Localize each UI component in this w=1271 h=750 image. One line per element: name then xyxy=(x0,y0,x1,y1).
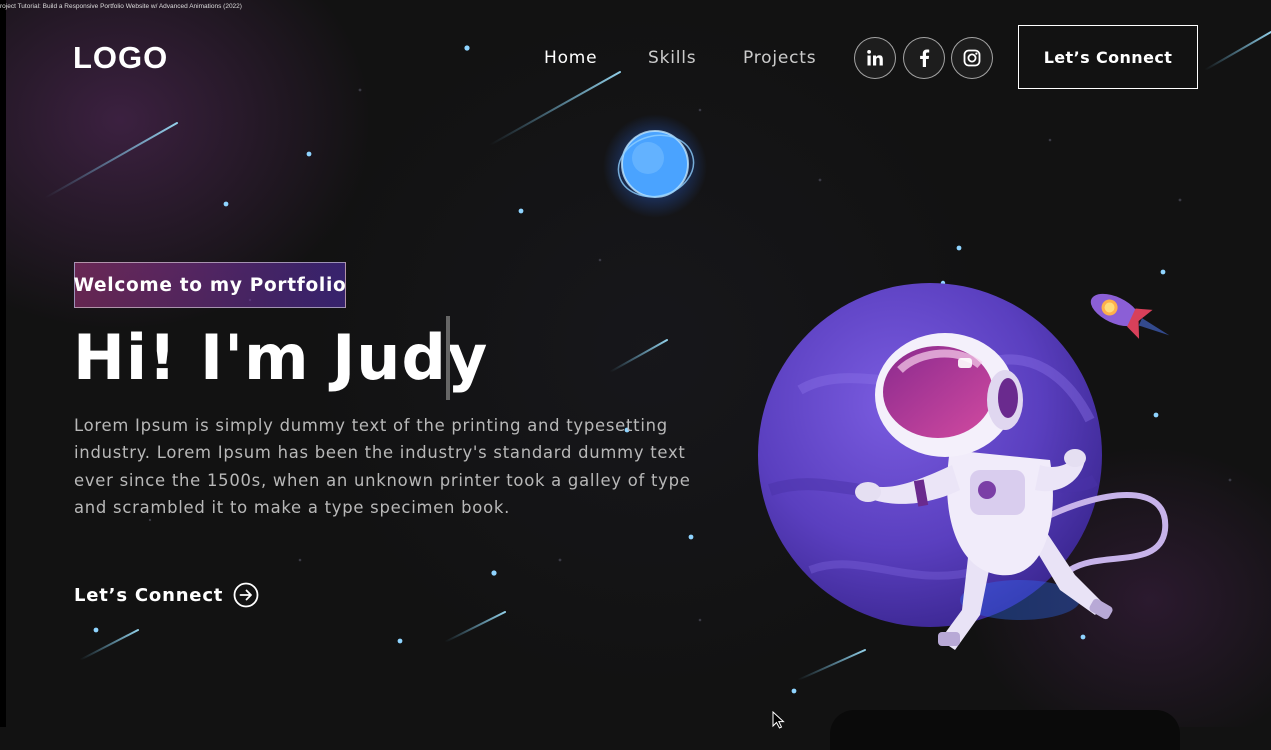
video-title: roject Tutorial: Build a Responsive Port… xyxy=(0,3,242,10)
linkedin-icon xyxy=(867,50,883,66)
nav-link-projects[interactable]: Projects xyxy=(743,48,816,68)
page-title: Hi! I'm Judy xyxy=(73,321,489,394)
social-link-facebook[interactable] xyxy=(903,37,945,79)
intro-text: Lorem Ipsum is simply dummy text of the … xyxy=(74,416,691,517)
astronaut-illustration xyxy=(758,283,1170,650)
typing-cursor xyxy=(446,316,450,400)
scroll-section-edge xyxy=(830,710,1180,750)
social-link-linkedin[interactable] xyxy=(854,37,896,79)
lets-connect-button[interactable]: Let’s Connect xyxy=(1018,25,1198,89)
nav-link-home[interactable]: Home xyxy=(544,48,597,68)
tagline-badge: Welcome to my Portfolio xyxy=(74,262,346,308)
logo[interactable]: LOGO xyxy=(73,40,168,76)
cta-label: Let’s Connect xyxy=(74,584,224,606)
arrow-right-circle-icon xyxy=(233,582,259,608)
mouse-cursor-icon xyxy=(772,711,785,729)
nav-link-skills[interactable]: Skills xyxy=(648,48,696,68)
instagram-icon xyxy=(963,49,981,67)
cta-lets-connect[interactable]: Let’s Connect xyxy=(74,582,259,608)
social-link-instagram[interactable] xyxy=(951,37,993,79)
facebook-icon xyxy=(920,49,930,67)
